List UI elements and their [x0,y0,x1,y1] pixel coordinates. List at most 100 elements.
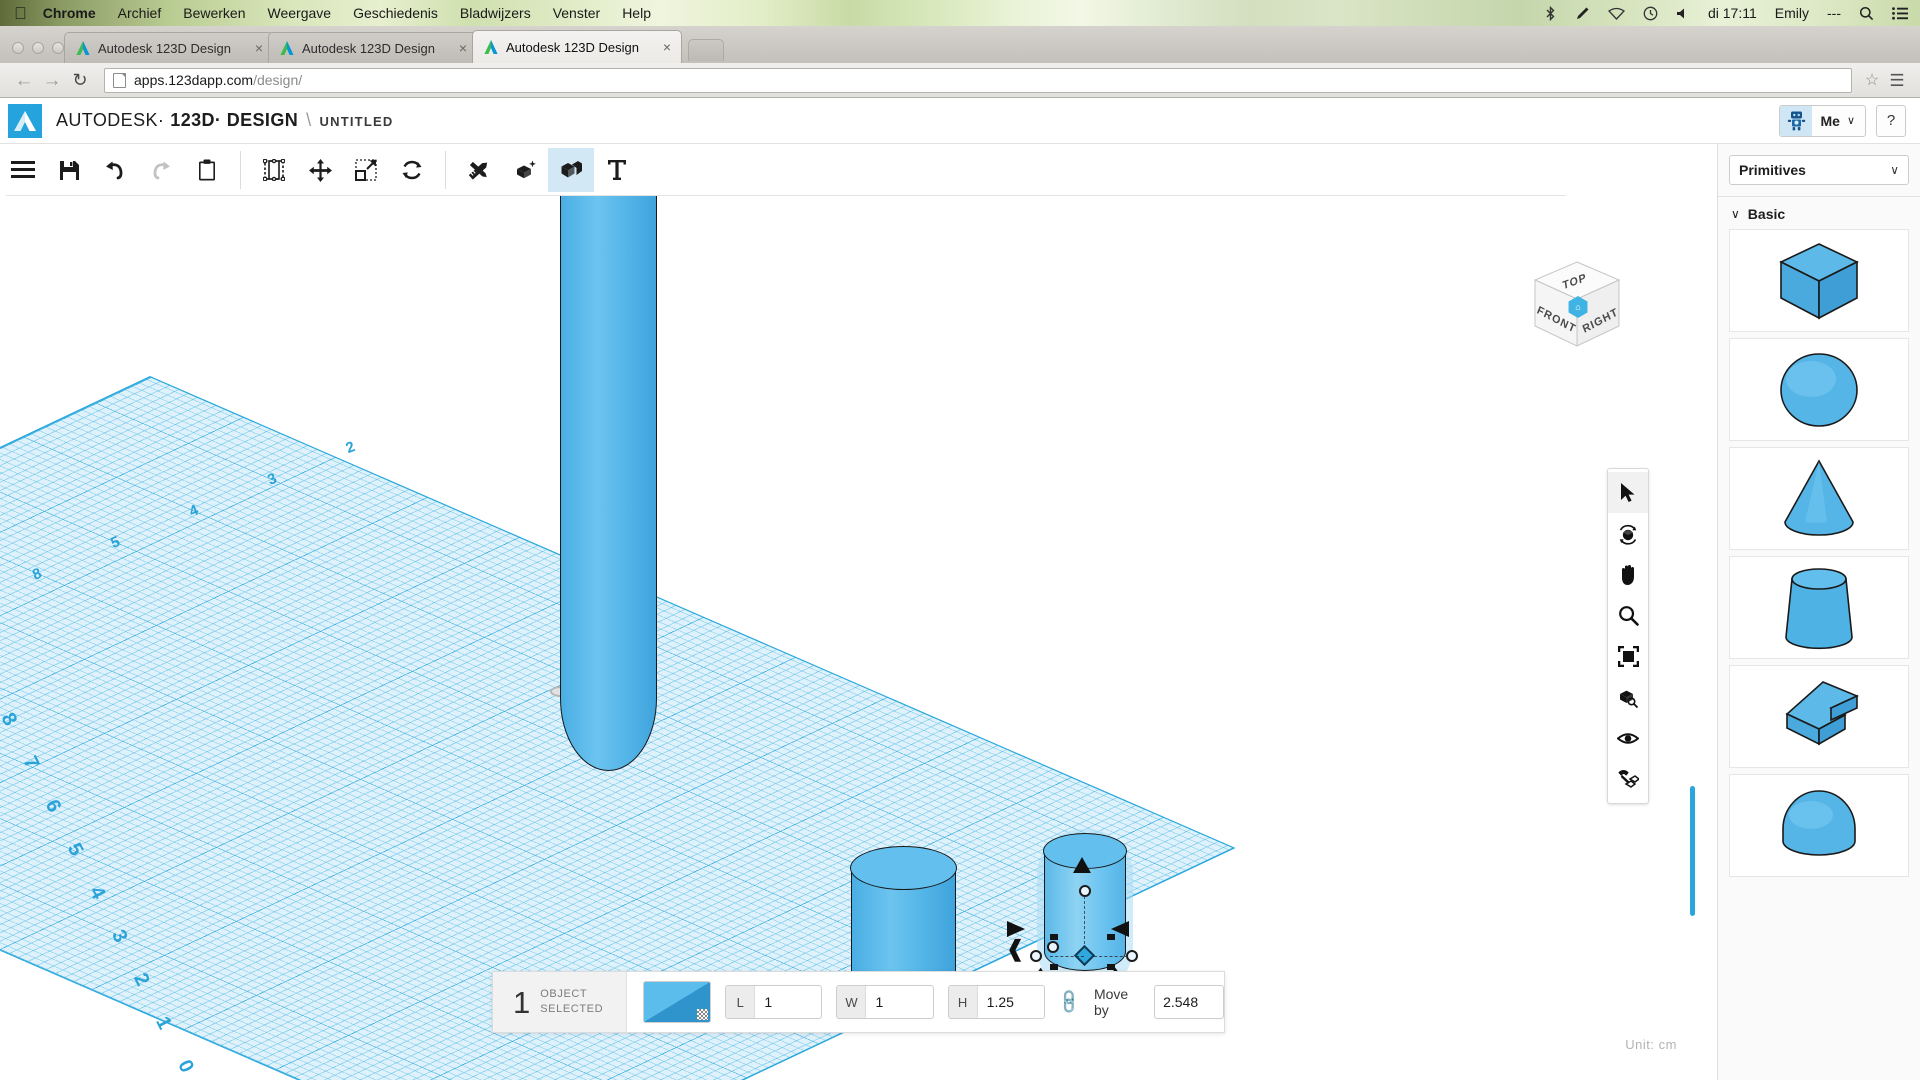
toolbar-group-transform [251,144,435,196]
width-field[interactable]: W 1 [836,985,934,1019]
timemachine-icon[interactable] [1643,6,1658,21]
menu-item-geschiedenis[interactable]: Geschiedenis [353,5,438,21]
scale-button[interactable] [343,148,389,192]
scale-handle-top[interactable] [1079,885,1091,897]
tab-close-icon[interactable]: × [659,40,675,54]
chevron-down-icon: ∨ [1846,115,1855,127]
primitive-cone[interactable] [1729,447,1909,550]
undo-button[interactable] [92,148,138,192]
material-swatch[interactable] [643,981,712,1023]
text-button[interactable] [594,148,640,192]
bookmark-star-icon[interactable]: ☆ [1860,70,1884,90]
move-button[interactable] [297,148,343,192]
menu-item-help[interactable]: Help [622,5,651,21]
paste-button[interactable] [184,148,230,192]
bluetooth-icon[interactable] [1544,5,1557,21]
orbit-tool[interactable] [1608,513,1648,554]
apple-menu-icon[interactable]:  [14,5,27,22]
back-icon[interactable]: ← [10,71,38,90]
address-bar[interactable]: apps.123dapp.com /design/ [104,67,1852,93]
transform-button[interactable] [251,148,297,192]
scale-square-left[interactable] [1050,934,1058,940]
autodesk-logo-icon[interactable] [8,103,42,138]
tall-cylinder-pillar[interactable] [560,196,657,771]
forward-icon[interactable]: → [38,71,66,90]
volume-icon[interactable] [1676,7,1690,20]
url-host: apps.123dapp.com [134,72,254,88]
sketch-button[interactable] [456,148,502,192]
menu-item-venster[interactable]: Venster [553,5,600,21]
primitive-sphere[interactable] [1729,338,1909,441]
chrome-menu-icon[interactable]: ☰ [1884,72,1910,89]
scale-handle-left[interactable] [1047,941,1059,953]
tab-close-icon[interactable]: × [455,41,471,55]
wifi-icon[interactable] [1607,7,1625,20]
primitives-category-select[interactable]: Primitives ∨ [1729,155,1909,185]
menu-item-chrome[interactable]: Chrome [43,5,96,21]
reload-icon[interactable]: ↻ [66,71,94,89]
save-button[interactable] [46,148,92,192]
scale-square-front-left[interactable] [1050,964,1058,970]
primitive-dome[interactable] [1729,774,1909,877]
pen-icon[interactable] [1575,6,1590,21]
primitives-grid [1718,229,1920,877]
primitive-box[interactable] [1729,229,1909,332]
snap-tool[interactable] [1608,759,1648,800]
menu-button[interactable] [0,148,46,192]
length-value[interactable]: 1 [755,986,821,1018]
os-user-name[interactable]: Emily [1775,5,1809,21]
pan-tool[interactable] [1608,554,1648,595]
os-clock[interactable]: di 17:11 [1708,5,1757,21]
length-field[interactable]: L 1 [725,985,823,1019]
selection-count-line2: SELECTED [540,1003,604,1015]
redo-button[interactable] [138,148,184,192]
browser-tab-active[interactable]: Autodesk 123D Design × [472,30,682,63]
window-minimize-button[interactable] [32,42,44,54]
browser-tab[interactable]: Autodesk 123D Design × [64,32,274,63]
scale-square-front-right[interactable] [1107,964,1115,970]
new-tab-button[interactable] [688,39,724,61]
scale-square-right[interactable] [1107,934,1115,940]
selection-status-bar: 1 OBJECT SELECTED L 1 W 1 H 1.25 🔗 Move … [492,971,1225,1033]
chain-link-icon[interactable]: 🔗 [1055,987,1084,1016]
view-cube[interactable]: TOP FRONT RIGHT ⌂ [1529,258,1625,352]
spotlight-search-icon[interactable] [1859,6,1874,21]
unit-value: cm [1658,1037,1677,1052]
browser-tab[interactable]: Autodesk 123D Design × [268,32,478,63]
height-value[interactable]: 1.25 [978,986,1044,1018]
zoom-tool[interactable] [1608,595,1648,636]
tab-close-icon[interactable]: × [251,41,267,55]
account-name: Me [1820,112,1840,129]
visibility-tool[interactable] [1608,718,1648,759]
scale-handle-west[interactable] [1030,950,1042,962]
app-header-right: Me ∨ ? [1779,104,1920,137]
design-canvas[interactable]: 9 8 7 6 5 4 3 2 1 0 1 2 3 4 5 6 7 8 9 10… [0,196,1717,1080]
fit-tool[interactable] [1608,636,1648,677]
autodesk-favicon-icon [483,39,499,55]
canvas-scrollbar[interactable] [1690,786,1695,916]
menu-item-archief[interactable]: Archief [118,5,162,21]
window-close-button[interactable] [12,42,24,54]
primitive-cylinder[interactable] [1729,556,1909,659]
rotate-button[interactable] [389,148,435,192]
primitives-button[interactable] [548,148,594,192]
menu-item-weergave[interactable]: Weergave [268,5,332,21]
account-menu-button[interactable]: Me ∨ [1779,104,1866,137]
menu-item-bewerken[interactable]: Bewerken [183,5,245,21]
menu-item-bladwijzers[interactable]: Bladwijzers [460,5,531,21]
basic-section-header[interactable]: ∨ Basic [1718,197,1920,229]
width-value[interactable]: 1 [866,986,932,1018]
select-tool[interactable] [1608,472,1648,513]
document-name[interactable]: UNTITLED [320,114,394,129]
rotate-arc-handle[interactable]: ❰ [1006,938,1024,960]
primitive-wedge[interactable] [1729,665,1909,768]
zoom-object-tool[interactable] [1608,677,1648,718]
construct-button[interactable] [502,148,548,192]
move-arrow-left[interactable] [1007,921,1025,937]
window-zoom-button[interactable] [52,42,64,54]
height-field[interactable]: H 1.25 [947,985,1045,1019]
help-button[interactable]: ? [1876,104,1906,137]
move-by-value[interactable]: 2.548 [1154,985,1224,1019]
notification-list-icon[interactable] [1892,6,1908,20]
move-arrow-up[interactable] [1073,857,1091,873]
